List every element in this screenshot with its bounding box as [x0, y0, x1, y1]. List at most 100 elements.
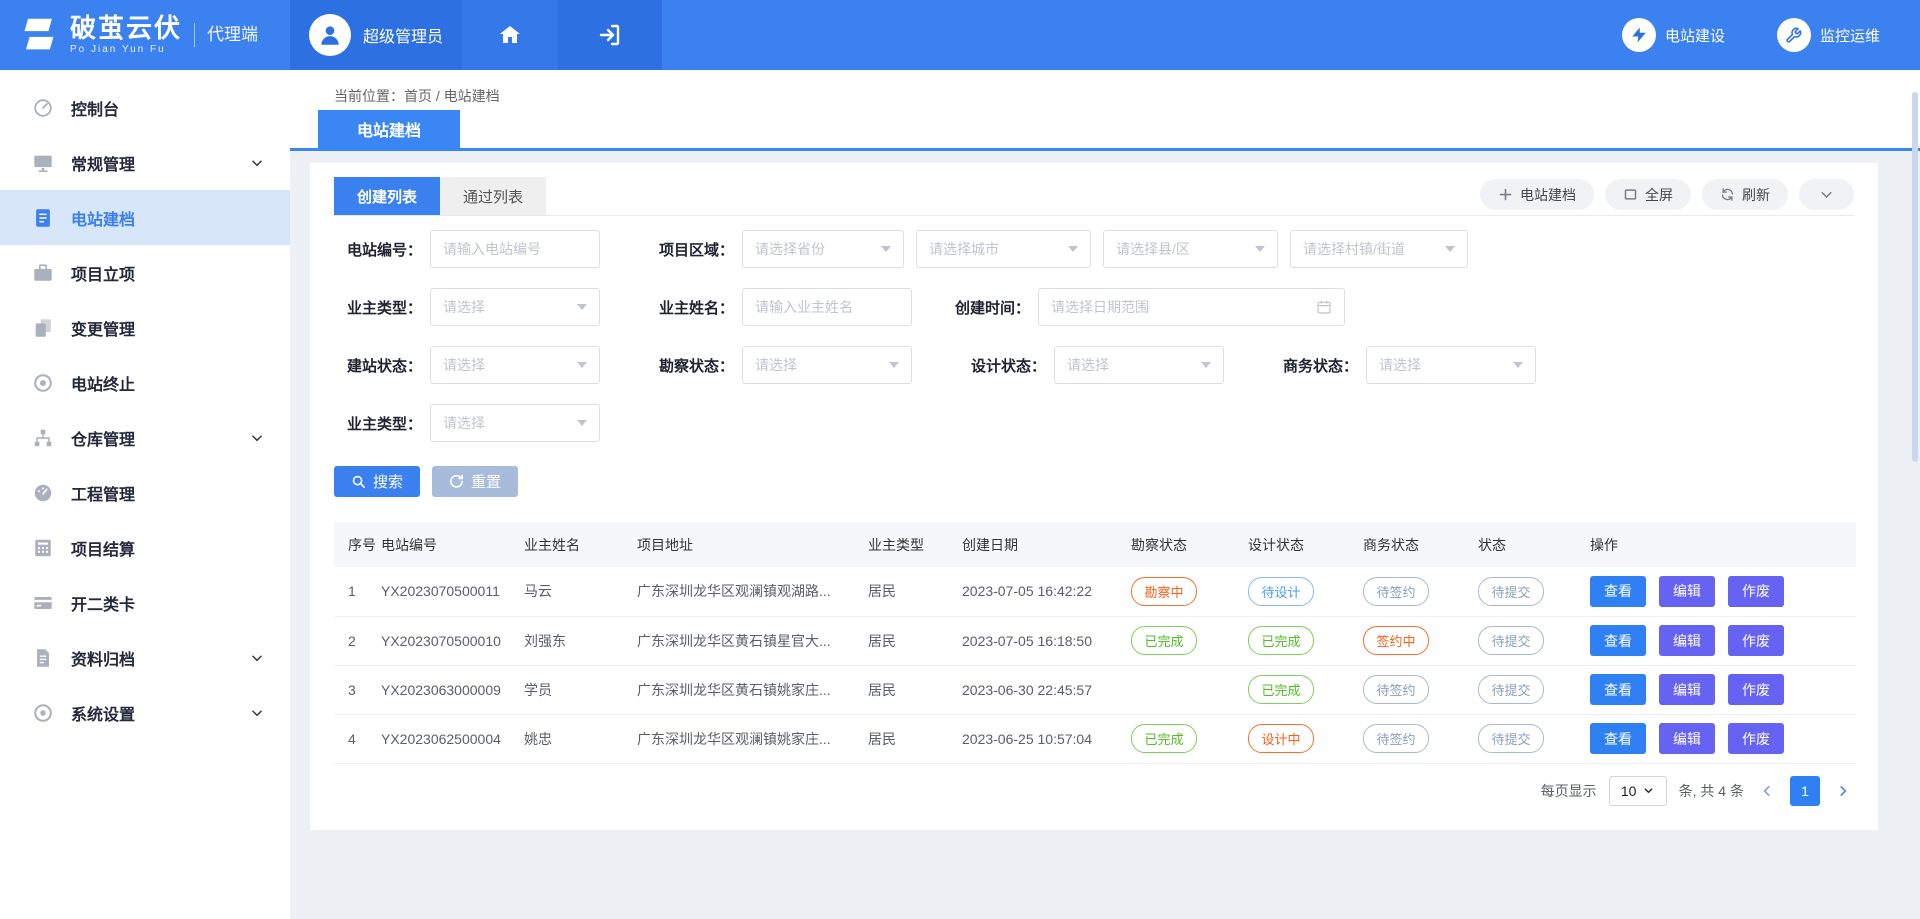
next-page-button[interactable] — [1832, 780, 1854, 802]
portal-label: 代理端 — [194, 23, 258, 47]
sidebar-item-change-mgmt[interactable]: 变更管理 — [0, 300, 290, 355]
city-select[interactable]: 请选择城市 — [916, 230, 1091, 268]
void-button[interactable]: 作废 — [1728, 576, 1784, 607]
caret-down-icon — [577, 304, 587, 310]
edit-button[interactable]: 编辑 — [1659, 576, 1715, 607]
station-no-input[interactable] — [430, 230, 600, 268]
reset-icon — [449, 474, 464, 489]
cell-created: 2023-07-05 16:18:50 — [958, 616, 1127, 665]
logout-icon — [598, 23, 622, 47]
page-number-1[interactable]: 1 — [1790, 776, 1820, 806]
settings-icon — [32, 702, 54, 724]
tab-passed-list[interactable]: 通过列表 — [440, 177, 546, 215]
create-station-button[interactable]: 电站建档 — [1480, 179, 1594, 210]
cell-business: 签约中 — [1359, 616, 1474, 665]
sidebar-item-warehouse-mgmt[interactable]: 仓库管理 — [0, 410, 290, 465]
sidebar-item-archives[interactable]: 资料归档 — [0, 630, 290, 685]
sidebar-item-project-initiation[interactable]: 项目立项 — [0, 245, 290, 300]
cell-address: 广东深圳龙华区观澜镇姚家庄... — [633, 714, 864, 763]
date-range-input[interactable]: 请选择日期范围 — [1038, 288, 1345, 326]
sidebar-item-station-filing[interactable]: 电站建档 — [0, 190, 290, 245]
owner-type2-select[interactable]: 请选择 — [430, 404, 600, 442]
per-page-select[interactable]: 10 — [1609, 776, 1667, 806]
edit-button[interactable]: 编辑 — [1659, 625, 1715, 656]
sidebar-item-label: 电站终止 — [71, 371, 264, 395]
survey-status-select[interactable]: 请选择 — [742, 346, 912, 384]
sidebar-item-system-settings[interactable]: 系统设置 — [0, 685, 290, 740]
owner-name-input[interactable] — [742, 288, 912, 326]
county-select[interactable]: 请选择县/区 — [1103, 230, 1278, 268]
owner-type-label: 业主类型： — [334, 297, 422, 318]
business-status-pill: 待签约 — [1363, 675, 1429, 704]
col-survey: 勘察状态 — [1127, 522, 1244, 567]
sitemap-icon — [32, 427, 54, 449]
home-button[interactable] — [462, 0, 558, 70]
edit-button[interactable]: 编辑 — [1659, 723, 1715, 754]
void-button[interactable]: 作废 — [1728, 674, 1784, 705]
caret-down-icon — [1513, 362, 1523, 368]
collapse-button[interactable] — [1799, 179, 1854, 210]
user-name: 超级管理员 — [363, 23, 443, 47]
cell-created: 2023-07-05 16:42:22 — [958, 567, 1127, 616]
cell-survey: 已完成 — [1127, 616, 1244, 665]
breadcrumb-path[interactable]: 首页 / 电站建档 — [404, 88, 500, 104]
pagination: 每页显示 10 条, 共 4 条 1 — [334, 776, 1854, 806]
sidebar-item-general-mgmt[interactable]: 常规管理 — [0, 135, 290, 190]
chevron-down-icon — [1643, 785, 1654, 796]
filter-buttons: 搜索 重置 — [334, 466, 1854, 497]
search-button[interactable]: 搜索 — [334, 466, 420, 497]
view-button[interactable]: 查看 — [1590, 625, 1646, 656]
reset-button[interactable]: 重置 — [432, 466, 518, 497]
create-time-label: 创建时间： — [942, 297, 1030, 318]
view-button[interactable]: 查看 — [1590, 576, 1646, 607]
shortcut-station-build[interactable]: 电站建设 — [1622, 18, 1725, 52]
town-select[interactable]: 请选择村镇/街道 — [1290, 230, 1468, 268]
page-tab-station-filing[interactable]: 电站建档 — [318, 110, 460, 148]
fullscreen-icon — [1623, 187, 1638, 202]
search-icon — [351, 474, 366, 489]
fullscreen-button[interactable]: 全屏 — [1605, 179, 1691, 210]
build-status-select[interactable]: 请选择 — [430, 346, 600, 384]
sidebar-item-engineering-mgmt[interactable]: 工程管理 — [0, 465, 290, 520]
user-menu[interactable]: 超级管理员 — [290, 0, 462, 70]
cell-station-no: YX2023063000009 — [377, 665, 520, 714]
sidebar-item-type2-card[interactable]: 开二类卡 — [0, 575, 290, 630]
cell-station-no: YX2023070500011 — [377, 567, 520, 616]
void-button[interactable]: 作废 — [1728, 625, 1784, 656]
cell-status: 待提交 — [1474, 567, 1586, 616]
cell-created: 2023-06-30 22:45:57 — [958, 665, 1127, 714]
per-page-label: 每页显示 — [1541, 781, 1597, 801]
edit-button[interactable]: 编辑 — [1659, 674, 1715, 705]
sidebar-item-label: 仓库管理 — [71, 426, 233, 450]
breadcrumb-strip: 当前位置：首页 / 电站建档 电站建档 — [290, 70, 1920, 151]
view-button[interactable]: 查看 — [1590, 674, 1646, 705]
owner-type-select[interactable]: 请选择 — [430, 288, 600, 326]
status-pill: 待提交 — [1478, 626, 1544, 655]
dashboard-icon — [32, 97, 54, 119]
business-status-select[interactable]: 请选择 — [1366, 346, 1536, 384]
table-row: 1 YX2023070500011 马云 广东深圳龙华区观澜镇观湖路... 居民… — [334, 567, 1856, 616]
province-select[interactable]: 请选择省份 — [742, 230, 904, 268]
prev-page-button[interactable] — [1756, 780, 1778, 802]
list-toolbar: 创建列表 通过列表 电站建档 全屏 刷新 — [334, 177, 1854, 215]
monitor-icon — [32, 152, 54, 174]
breadcrumb: 当前位置：首页 / 电站建档 — [290, 70, 1920, 106]
sidebar-item-console[interactable]: 控制台 — [0, 80, 290, 135]
cell-status: 待提交 — [1474, 665, 1586, 714]
sidebar-item-station-termination[interactable]: 电站终止 — [0, 355, 290, 410]
cell-design: 已完成 — [1244, 616, 1359, 665]
logout-button[interactable] — [558, 0, 662, 70]
tab-create-list[interactable]: 创建列表 — [334, 177, 440, 215]
sidebar-item-project-settlement[interactable]: 项目结算 — [0, 520, 290, 575]
design-status-select[interactable]: 请选择 — [1054, 346, 1224, 384]
refresh-button[interactable]: 刷新 — [1702, 179, 1788, 210]
cell-owner: 学员 — [520, 665, 633, 714]
shortcut-monitor-ops[interactable]: 监控运维 — [1777, 18, 1880, 52]
status-pill: 待提交 — [1478, 724, 1544, 753]
void-button[interactable]: 作废 — [1728, 723, 1784, 754]
document-icon — [32, 207, 54, 229]
sidebar-item-label: 工程管理 — [71, 481, 264, 505]
view-button[interactable]: 查看 — [1590, 723, 1646, 754]
cell-owner: 马云 — [520, 567, 633, 616]
scrollbar-thumb[interactable] — [1912, 92, 1918, 462]
